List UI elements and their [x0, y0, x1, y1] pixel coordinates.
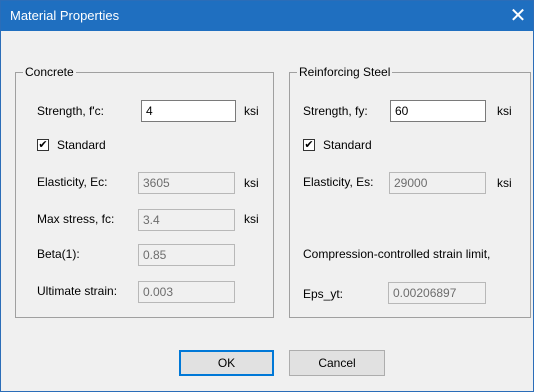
concrete-strength-unit: ksi: [244, 104, 259, 118]
steel-elasticity-label: Elasticity, Es:: [303, 175, 374, 189]
steel-strength-label: Strength, fy:: [303, 104, 368, 118]
concrete-elasticity-unit: ksi: [244, 176, 259, 190]
steel-elasticity-field: 29000: [389, 172, 486, 194]
concrete-maxstress-field: 3.4: [138, 209, 235, 231]
steel-strength-unit: ksi: [497, 104, 512, 118]
concrete-group: Concrete Strength, f'c: 4 ksi ✔ Standard…: [15, 65, 274, 318]
concrete-ultimate-label: Ultimate strain:: [37, 284, 118, 298]
material-properties-dialog: Material Properties ✕ Concrete Strength,…: [0, 0, 534, 392]
steel-group: Reinforcing Steel Strength, fy: 60 ksi ✔…: [289, 65, 531, 318]
concrete-standard-checkbox[interactable]: ✔: [37, 139, 49, 151]
ok-button[interactable]: OK: [179, 350, 274, 376]
eps-yt-field: 0.00206897: [388, 282, 486, 304]
steel-standard-label: Standard: [323, 138, 372, 152]
checkmark-icon: ✔: [38, 139, 48, 151]
concrete-maxstress-label: Max stress, fc:: [37, 212, 115, 226]
title-bar: Material Properties ✕: [1, 1, 533, 31]
eps-yt-label: Eps_yt:: [303, 287, 344, 301]
cancel-button[interactable]: Cancel: [289, 350, 385, 376]
steel-legend: Reinforcing Steel: [297, 65, 393, 79]
concrete-ultimate-field: 0.003: [138, 281, 235, 303]
concrete-beta-field: 0.85: [138, 244, 235, 266]
concrete-standard-label: Standard: [57, 138, 106, 152]
concrete-maxstress-unit: ksi: [244, 212, 259, 226]
concrete-strength-label: Strength, f'c:: [37, 104, 104, 118]
dialog-title: Material Properties: [10, 8, 120, 23]
concrete-elasticity-label: Elasticity, Ec:: [37, 175, 108, 189]
steel-strength-input[interactable]: 60: [390, 100, 486, 122]
concrete-beta-label: Beta(1):: [37, 247, 80, 261]
close-button[interactable]: ✕: [503, 1, 533, 31]
checkmark-icon: ✔: [304, 139, 314, 151]
close-icon: ✕: [509, 5, 527, 27]
concrete-elasticity-field: 3605: [138, 172, 235, 194]
steel-elasticity-unit: ksi: [497, 176, 512, 190]
steel-standard-checkbox[interactable]: ✔: [303, 139, 315, 151]
concrete-strength-input[interactable]: 4: [141, 100, 236, 122]
concrete-legend: Concrete: [23, 65, 76, 79]
compression-limit-label: Compression-controlled strain limit,: [303, 247, 491, 261]
